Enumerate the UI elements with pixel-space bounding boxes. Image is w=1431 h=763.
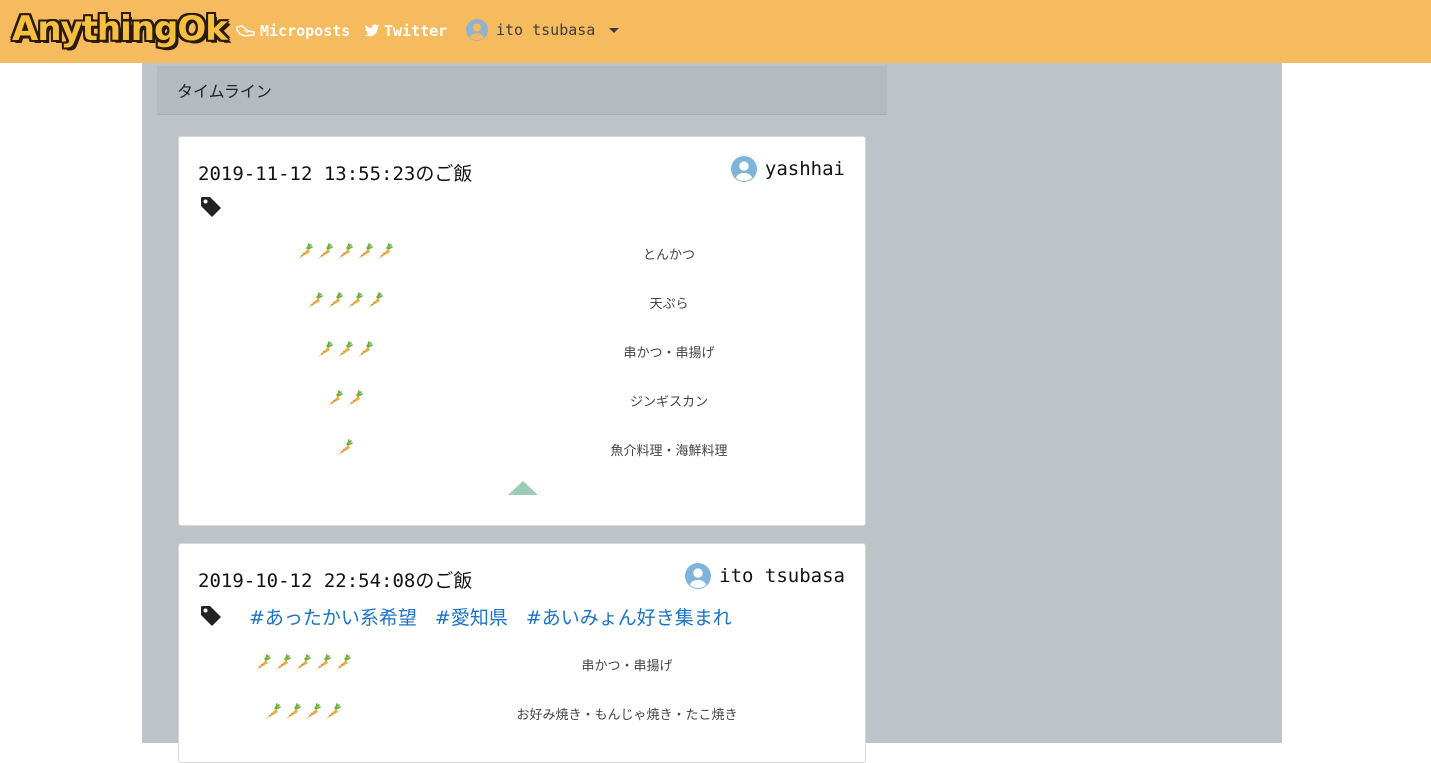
- carrot-icon: [346, 390, 364, 408]
- rating-row: 天ぷら: [179, 290, 867, 316]
- dish-name: 魚介料理・海鮮料理: [610, 444, 728, 459]
- post-card: 2019-11-12 13:55:23のご飯 yashhai とんかつ 天ぷら …: [178, 136, 866, 526]
- dish-name: とんかつ: [642, 248, 695, 263]
- nav-microposts[interactable]: Microposts: [236, 19, 350, 43]
- post-user[interactable]: yashhai: [730, 156, 845, 182]
- dish-name: お好み焼き・もんじゃ焼き・たこ焼き: [516, 708, 738, 723]
- rating-stars: [199, 243, 491, 261]
- carrot-icon: [336, 243, 354, 261]
- hand-icon: [236, 25, 255, 37]
- rating-stars: [199, 292, 491, 310]
- user-dropdown[interactable]: ito tsubasa: [466, 17, 620, 43]
- twitter-bird-icon: [364, 24, 380, 37]
- carrot-icon: [316, 243, 334, 261]
- dish-name: 串かつ・串揚げ: [623, 346, 715, 361]
- carrot-icon: [334, 654, 352, 672]
- nav-twitter[interactable]: Twitter: [364, 19, 447, 43]
- carrot-icon: [316, 341, 334, 359]
- rating-stars: [199, 654, 407, 672]
- dish-name: 天ぷら: [649, 297, 689, 312]
- carrot-icon: [296, 243, 314, 261]
- post-user-name: ito tsubasa: [719, 565, 845, 587]
- rating-row: 串かつ・串揚げ: [179, 652, 867, 678]
- user-name: ito tsubasa: [496, 21, 596, 39]
- carrot-icon: [336, 341, 354, 359]
- carrot-icon: [366, 292, 384, 310]
- timeline-header: タイムライン: [157, 66, 887, 115]
- carrot-icon: [346, 292, 364, 310]
- carrot-icon: [306, 292, 324, 310]
- collapse-arrow-icon[interactable]: [508, 481, 538, 495]
- rating-stars: [199, 703, 407, 721]
- carrot-icon: [336, 439, 354, 457]
- rating-row: 魚介料理・海鮮料理: [179, 437, 867, 463]
- chevron-down-icon: [609, 27, 620, 33]
- post-user-name: yashhai: [764, 158, 845, 180]
- carrot-icon: [304, 703, 322, 721]
- post-title: 2019-10-12 22:54:08のご飯: [198, 570, 473, 592]
- tag-icon: [201, 197, 221, 217]
- carrot-icon: [356, 341, 374, 359]
- tag-icon: [201, 606, 221, 626]
- user-circle-icon: [730, 156, 757, 182]
- hashtag-link[interactable]: #愛知県: [435, 603, 508, 630]
- dish-name: 串かつ・串揚げ: [581, 659, 673, 674]
- nav-microposts-label: Microposts: [260, 22, 351, 40]
- user-circle-icon: [466, 19, 488, 41]
- carrot-icon: [294, 654, 312, 672]
- carrot-icon: [284, 703, 302, 721]
- navbar: AnythingOk Microposts Twitter ito tsubas…: [0, 0, 1431, 63]
- carrot-icon: [326, 390, 344, 408]
- post-user[interactable]: ito tsubasa: [685, 563, 845, 589]
- carrot-icon: [274, 654, 292, 672]
- hashtag-list: #あったかい系希望 #愛知県 #あいみょん好き集まれ: [249, 603, 732, 630]
- post-title: 2019-11-12 13:55:23のご飯: [198, 163, 473, 185]
- rating-stars: [199, 439, 491, 457]
- carrot-icon: [326, 292, 344, 310]
- carrot-icon: [356, 243, 374, 261]
- carrot-icon: [264, 703, 282, 721]
- carrot-icon: [314, 654, 332, 672]
- dish-name: ジンギスカン: [629, 395, 708, 410]
- carrot-icon: [254, 654, 272, 672]
- nav-twitter-label: Twitter: [384, 22, 448, 40]
- rating-row: とんかつ: [179, 241, 867, 267]
- carrot-icon: [376, 243, 394, 261]
- carrot-icon: [324, 703, 342, 721]
- hashtag-link[interactable]: #あったかい系希望: [249, 603, 417, 630]
- post-card: 2019-10-12 22:54:08のご飯 ito tsubasa #あったか…: [178, 543, 866, 763]
- rating-row: お好み焼き・もんじゃ焼き・たこ焼き: [179, 701, 867, 727]
- rating-row: 串かつ・串揚げ: [179, 339, 867, 365]
- hashtag-link[interactable]: #あいみょん好き集まれ: [526, 603, 732, 630]
- rating-stars: [199, 341, 491, 359]
- rating-row: ジンギスカン: [179, 388, 867, 414]
- user-circle-icon: [685, 563, 712, 589]
- brand-logo[interactable]: AnythingOk: [12, 9, 228, 49]
- rating-stars: [199, 390, 491, 408]
